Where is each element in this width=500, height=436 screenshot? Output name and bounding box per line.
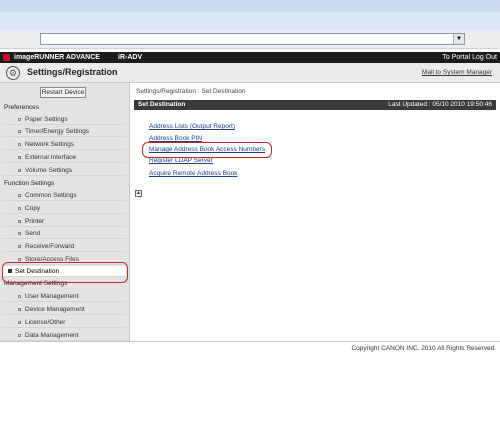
device-name: iR-ADV	[118, 54, 143, 61]
bullet-icon	[18, 156, 21, 159]
copyright-text: Copyright CANON INC. 2010 All Rights Res…	[351, 345, 496, 352]
manage-address-book-access-numbers-link[interactable]: Manage Address Book Access Numbers	[149, 146, 265, 153]
app-name: imageRUNNER ADVANCE	[14, 54, 100, 61]
bullet-icon	[18, 245, 21, 248]
sidebar-item-common-settings[interactable]: Common Settings	[2, 190, 126, 201]
mail-to-system-manager-link[interactable]: Mail to System Manager	[422, 69, 492, 76]
page-header: ⚙ Settings/Registration Mail to System M…	[0, 63, 500, 83]
register-ldap-server-link[interactable]: Register LDAP Server	[149, 157, 213, 164]
bullet-icon	[18, 321, 21, 324]
sidebar-item-data-management[interactable]: Data Management	[2, 330, 126, 341]
bullet-icon	[18, 143, 21, 146]
sidebar-item-timer-energy-settings[interactable]: Timer/Energy Settings	[2, 126, 126, 137]
bullet-icon	[18, 118, 21, 121]
acquire-remote-address-book-link[interactable]: Acquire Remote Address Book	[149, 170, 238, 177]
sidebar-item-store-access-files[interactable]: Store/Access Files	[2, 254, 126, 265]
bullet-icon	[8, 269, 12, 273]
app-bar: imageRUNNER ADVANCE iR-ADV To Portal Log…	[0, 52, 500, 63]
sidebar-item-copy[interactable]: Copy	[2, 203, 126, 214]
page-title: Settings/Registration	[27, 67, 118, 77]
sidebar-item-send[interactable]: Send	[2, 228, 126, 239]
address-lists-link[interactable]: Address Lists (Output Report)	[149, 123, 235, 130]
sidebar-item-receive-forward[interactable]: Receive/Forward	[2, 241, 126, 252]
sidebar-item-paper-settings[interactable]: Paper Settings	[2, 114, 126, 125]
browser-title-bar	[0, 0, 500, 12]
sidebar: Restart Device Preferences Paper Setting…	[0, 83, 130, 341]
address-book-pin-link[interactable]: Address Book PIN	[149, 135, 202, 142]
to-portal-link[interactable]: To Portal	[442, 52, 470, 63]
chevron-down-icon[interactable]: ▼	[453, 34, 464, 44]
sidebar-item-printer[interactable]: Printer	[2, 216, 126, 227]
breadcrumb: Settings/Registration : Set Destination	[136, 88, 246, 95]
footer-divider	[0, 341, 500, 342]
panel-title-bar: Set Destination Last Updated : 05/10 201…	[134, 100, 496, 110]
bullet-icon	[18, 258, 21, 261]
sidebar-item-network-settings[interactable]: Network Settings	[2, 139, 126, 150]
bullet-icon	[18, 194, 21, 197]
sidebar-item-set-destination[interactable]: Set Destination	[2, 266, 126, 277]
settings-gear-icon: ⚙	[6, 66, 20, 80]
restart-device-button[interactable]: Restart Device	[40, 87, 86, 98]
bullet-icon	[18, 207, 21, 210]
section-heading-function-settings: Function Settings	[4, 180, 55, 187]
bullet-icon	[18, 334, 21, 337]
section-heading-management-settings: Management Settings	[4, 280, 68, 287]
bullet-icon	[18, 232, 21, 235]
canon-logo-icon	[3, 54, 10, 61]
sidebar-item-user-management[interactable]: User Management	[2, 291, 126, 302]
bullet-icon	[18, 169, 21, 172]
sidebar-item-volume-settings[interactable]: Volume Settings	[2, 165, 126, 176]
bullet-icon	[18, 295, 21, 298]
sidebar-item-device-management[interactable]: Device Management	[2, 304, 126, 315]
bullet-icon	[18, 220, 21, 223]
bullet-icon	[18, 308, 21, 311]
panel-title: Set Destination	[138, 101, 186, 108]
browser-toolbar	[0, 12, 500, 30]
sidebar-item-external-interface[interactable]: External Interface	[2, 152, 126, 163]
bullet-icon	[18, 130, 21, 133]
last-updated-text: Last Updated : 05/10 2010 19:50:46	[388, 101, 492, 108]
address-combo-box[interactable]: ▼	[40, 33, 465, 45]
logout-link[interactable]: Log Out	[472, 52, 497, 63]
sidebar-item-license-other[interactable]: License/Other	[2, 317, 126, 328]
section-heading-preferences: Preferences	[4, 104, 40, 111]
page-top-arrow-icon[interactable]: ▲	[135, 190, 142, 197]
